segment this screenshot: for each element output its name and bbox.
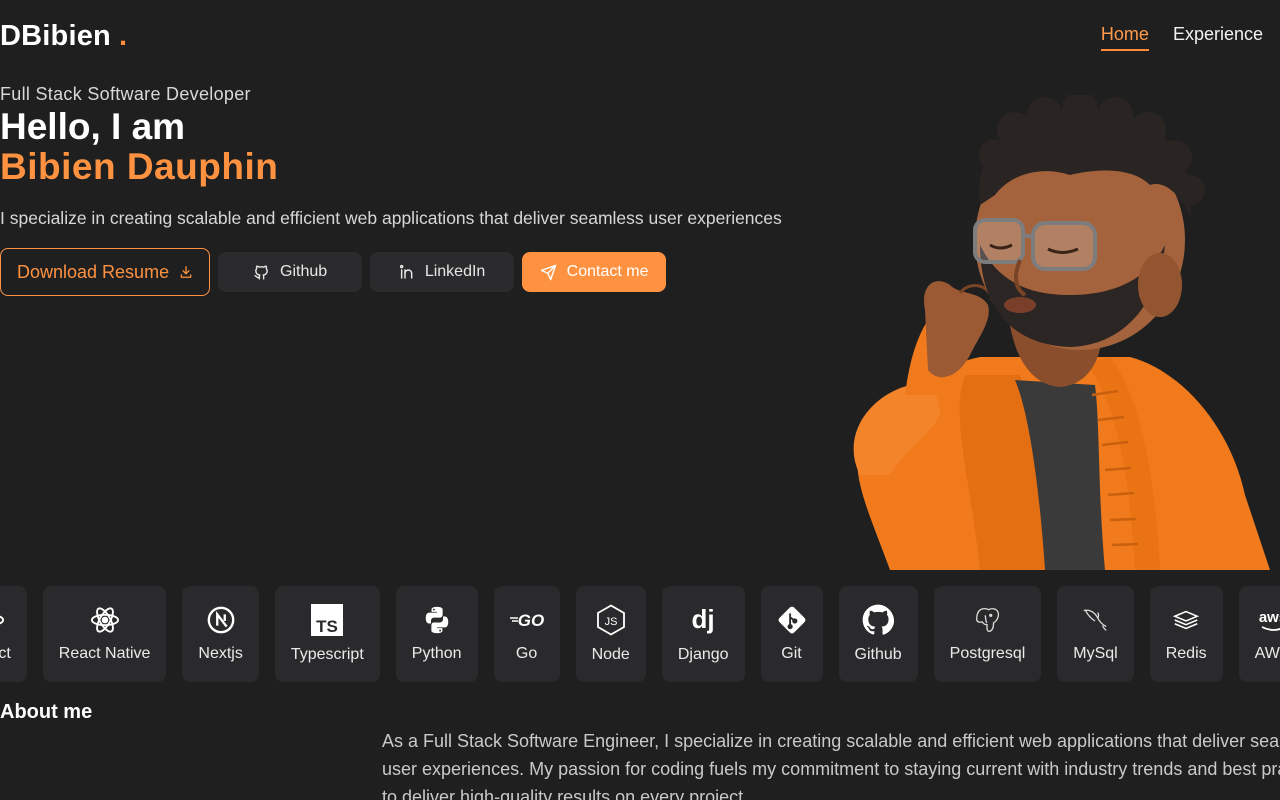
tech-label: Typescript <box>290 646 364 663</box>
tech-card-python: Python <box>395 586 478 682</box>
linkedin-icon <box>399 264 413 279</box>
svg-text:JS: JS <box>604 616 617 628</box>
tech-card-git: Git <box>760 586 823 682</box>
logo-text: DBibien <box>0 20 111 52</box>
tech-card-node: JS Node <box>575 586 646 682</box>
tech-label: Django <box>677 646 729 663</box>
tech-label: Node <box>591 646 630 663</box>
tech-label: AWS <box>1254 645 1280 662</box>
svg-text:GO: GO <box>517 611 543 630</box>
tech-card-postgresql: Postgresql <box>933 586 1042 682</box>
tech-card-django: dj Django <box>661 586 745 682</box>
python-icon <box>425 606 448 634</box>
react-icon <box>0 615 4 625</box>
typescript-icon: TS <box>311 604 344 636</box>
site-logo[interactable]: DBibien. <box>0 20 127 53</box>
nav-home-link[interactable]: Home <box>1100 24 1149 51</box>
svg-text:dj: dj <box>692 604 715 634</box>
tech-label: Github <box>854 646 902 663</box>
github-button[interactable]: Github <box>218 252 363 292</box>
hero-name: Bibien Dauphin <box>0 146 279 187</box>
redis-icon <box>1172 610 1200 630</box>
tech-card-github: Github <box>838 586 918 682</box>
nav-experience-link[interactable]: Experience <box>1173 24 1263 51</box>
tech-label: Postgresql <box>949 645 1026 662</box>
tech-label: Nextjs <box>198 645 243 662</box>
tech-card-mysql: MySql <box>1057 586 1134 682</box>
tech-stack-carousel: React React Native Nextjs TS Typescript … <box>0 586 1280 682</box>
git-icon <box>778 606 805 634</box>
hero-actions: Download Resume Github LinkedIn Contact … <box>0 248 667 296</box>
contact-me-label: Contact me <box>566 263 649 280</box>
tech-label: MySql <box>1073 645 1118 662</box>
logo-dot: . <box>118 20 128 52</box>
linkedin-button[interactable]: LinkedIn <box>370 252 515 292</box>
github-icon <box>862 604 895 635</box>
tech-card-nextjs: Nextjs <box>182 586 259 682</box>
tech-label: Redis <box>1165 645 1207 662</box>
react-icon <box>90 607 119 633</box>
hero-greeting: Hello, I am <box>0 106 186 147</box>
contact-me-button[interactable]: Contact me <box>522 252 667 292</box>
nextjs-icon <box>207 606 234 634</box>
top-nav: Home Experience <box>1100 24 1263 51</box>
svg-text:aws: aws <box>1258 609 1280 626</box>
tech-card-aws: aws AWS <box>1238 586 1280 682</box>
tech-label: React <box>0 645 11 662</box>
download-resume-label: Download Resume <box>17 261 170 282</box>
tech-card-react-native: React Native <box>42 586 167 682</box>
svg-text:TS: TS <box>316 617 338 636</box>
hero-tagline: I specialize in creating scalable and ef… <box>0 208 782 228</box>
tech-card-typescript: TS Typescript <box>274 586 380 682</box>
django-icon: dj <box>692 604 715 634</box>
tech-card-go: GO Go <box>493 586 560 682</box>
about-title: About me <box>0 701 93 723</box>
download-icon <box>180 266 192 278</box>
github-button-label: Github <box>280 263 328 280</box>
mysql-icon <box>1084 609 1108 631</box>
github-icon <box>254 264 268 280</box>
postgresql-icon <box>976 607 1000 632</box>
go-icon: GO <box>509 611 544 630</box>
about-text: As a Full Stack Software Engineer, I spe… <box>382 731 1280 800</box>
hero-role: Full Stack Software Developer <box>0 84 251 104</box>
tech-label: React Native <box>58 645 151 662</box>
tech-label: Go <box>515 645 538 662</box>
send-icon <box>540 264 556 280</box>
download-resume-button[interactable]: Download Resume <box>0 248 211 296</box>
linkedin-button-label: LinkedIn <box>424 263 486 280</box>
tech-label: Git <box>781 645 802 662</box>
tech-label: Python <box>411 645 462 662</box>
memoji-avatar <box>830 95 1270 570</box>
aws-icon: aws <box>1258 609 1280 631</box>
node-icon: JS <box>596 604 625 636</box>
tech-card-react: React <box>0 586 27 682</box>
tech-card-redis: Redis <box>1149 586 1223 682</box>
